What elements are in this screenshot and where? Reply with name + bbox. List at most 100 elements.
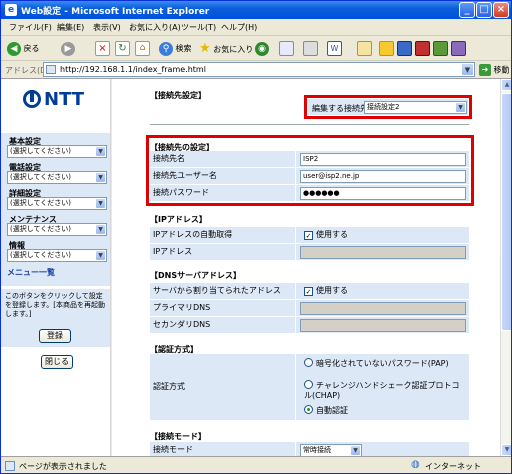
register-notice: このボタンをクリックして設定を登録します。[本商品を再起動します。] [5, 292, 106, 318]
tool-icon[interactable] [433, 41, 448, 56]
chevron-down-icon: ▼ [95, 198, 106, 209]
research-icon[interactable] [415, 41, 430, 56]
vertical-scrollbar[interactable]: ▲ ▼ [500, 79, 511, 456]
address-input[interactable]: http://192.168.1.1/index_frame.html ▼ [43, 62, 475, 77]
menu-list-link[interactable]: メニュー一覧 [7, 267, 55, 278]
register-button[interactable]: 登録 [39, 329, 71, 343]
menu-bar: ファイル(F) 編集(E) 表示(V) お気に入り(A) ツール(T) ヘルプ(… [1, 19, 511, 36]
media-button[interactable]: ◉ [255, 40, 269, 57]
ip-auto-checkbox[interactable]: ✓ [304, 231, 313, 240]
close-page-button[interactable]: 閉じる [41, 355, 73, 369]
address-bar: アドレス(D) http://192.168.1.1/index_frame.h… [1, 61, 511, 79]
favorites-button[interactable]: ★ お気に入り [199, 40, 253, 57]
home-icon[interactable]: ⌂ [135, 41, 150, 56]
ie-icon: e [5, 4, 17, 16]
dns2-input[interactable] [300, 319, 466, 332]
address-dropdown-icon[interactable]: ▼ [461, 63, 474, 76]
refresh-icon[interactable]: ↻ [115, 41, 130, 56]
menu-help[interactable]: ヘルプ(H) [221, 22, 257, 33]
edit-icon[interactable]: W [327, 41, 342, 56]
nav-select-maintenance[interactable]: (選択してください) ▼ [7, 223, 107, 236]
nav-select-value: (選択してください) [10, 199, 72, 207]
auth-chap-radio[interactable] [304, 380, 313, 389]
highlight-box [146, 135, 474, 206]
dns-auto-cell: ✓ 使用する [296, 283, 469, 299]
minimize-button[interactable]: _ [459, 2, 475, 18]
close-button[interactable]: × [493, 2, 509, 18]
ip-row: IPアドレス [150, 244, 469, 261]
search-icon: ⚲ [159, 41, 173, 56]
nav-select-value: (選択してください) [10, 147, 72, 155]
print-icon[interactable] [303, 41, 318, 56]
ip-auto-value: 使用する [316, 230, 348, 239]
nav-select-detail[interactable]: (選択してください) ▼ [7, 197, 107, 210]
maximize-button[interactable]: □ [476, 2, 492, 18]
menu-file[interactable]: ファイル(F) [9, 22, 52, 33]
auth-auto-radio[interactable] [304, 405, 313, 414]
search-label: 検索 [175, 44, 192, 53]
stop-icon[interactable]: × [95, 41, 110, 56]
dns-auto-checkbox[interactable]: ✓ [304, 287, 313, 296]
star-icon: ★ [199, 41, 211, 56]
scroll-down-icon[interactable]: ▼ [501, 444, 511, 456]
menu-view[interactable]: 表示(V) [93, 22, 121, 33]
ip-auto-label: IPアドレスの自動取得 [150, 227, 295, 243]
auth-chap-option[interactable]: チャレンジハンドシェーク認証プロトコル(CHAP) [304, 380, 464, 401]
auth-label: 認証方式 [150, 354, 295, 420]
chevron-down-icon: ▼ [350, 445, 361, 456]
section-ip: 【IPアドレス】 [150, 215, 207, 224]
forward-button[interactable]: ▶ [61, 40, 75, 57]
status-text: ページが表示されました [19, 462, 107, 471]
nav-select-value: (選択してください) [10, 225, 72, 233]
mail-icon[interactable] [279, 41, 294, 56]
discuss-icon[interactable] [357, 41, 372, 56]
nav-select-value: (選択してください) [10, 173, 72, 181]
dns-auto-row: サーバから割り当てられたアドレス ✓ 使用する [150, 283, 469, 300]
window-title: Web設定 - Microsoft Internet Explorer [21, 7, 210, 17]
section-mode: 【接続モード】 [150, 432, 206, 441]
ip-auto-cell: ✓ 使用する [296, 227, 469, 243]
ntt-logo: NTT [23, 89, 84, 110]
globe-icon: ◍ [411, 459, 420, 470]
status-bar: ページが表示されました ◍ インターネット [1, 456, 511, 473]
page-done-icon [5, 461, 15, 471]
menu-favorites[interactable]: お気に入り(A) [129, 22, 181, 33]
status-zone: インターネット [425, 462, 481, 471]
nav-select-basic[interactable]: (選択してください) ▼ [7, 145, 107, 158]
mode-select[interactable]: 常時接続 ▼ [300, 444, 362, 456]
scroll-thumb[interactable] [501, 93, 511, 331]
ip-input[interactable] [300, 246, 466, 259]
dns2-label: セカンダリDNS [150, 317, 295, 333]
search-button[interactable]: ⚲ 検索 [159, 40, 192, 57]
dns1-input[interactable] [300, 302, 466, 315]
nav-select-value: (選択してください) [10, 251, 72, 259]
address-url: http://192.168.1.1/index_frame.html [60, 65, 206, 74]
menu-tools[interactable]: ツール(T) [181, 22, 216, 33]
chevron-down-icon: ▼ [95, 224, 106, 235]
auth-auto-option[interactable]: 自動認証 [304, 405, 348, 416]
auth-pap-label: 暗号化されていないパスワード(PAP) [316, 359, 449, 368]
mode-row: 接続モード 常時接続 ▼ [150, 442, 469, 456]
extra-icon[interactable] [451, 41, 466, 56]
nav-select-phone[interactable]: (選択してください) ▼ [7, 171, 107, 184]
go-arrow-icon: ➜ [479, 64, 491, 76]
back-arrow-icon: ◀ [7, 41, 21, 56]
dns-auto-label: サーバから割り当てられたアドレス [150, 283, 295, 299]
go-label: 移動 [493, 65, 510, 75]
ip-label: IPアドレス [150, 244, 295, 260]
folder-icon[interactable] [379, 41, 394, 56]
title-bar: e Web設定 - Microsoft Internet Explorer _ … [1, 1, 511, 19]
back-button[interactable]: ◀ 戻る [7, 40, 40, 57]
messenger-icon[interactable] [397, 41, 412, 56]
chevron-down-icon: ▼ [95, 172, 106, 183]
go-button[interactable]: ➜ 移動 [479, 64, 510, 76]
menu-edit[interactable]: 編集(E) [57, 22, 84, 33]
scroll-up-icon[interactable]: ▲ [501, 79, 511, 91]
register-panel: このボタンをクリックして設定を登録します。[本商品を再起動します。] 登録 [1, 289, 110, 347]
auth-pap-option[interactable]: 暗号化されていないパスワード(PAP) [304, 358, 464, 369]
forward-arrow-icon: ▶ [61, 41, 75, 56]
nav-select-info[interactable]: (選択してください) ▼ [7, 249, 107, 262]
favorites-label: お気に入り [213, 45, 254, 54]
auth-pap-radio[interactable] [304, 358, 313, 367]
mode-value: 常時接続 [303, 446, 331, 454]
